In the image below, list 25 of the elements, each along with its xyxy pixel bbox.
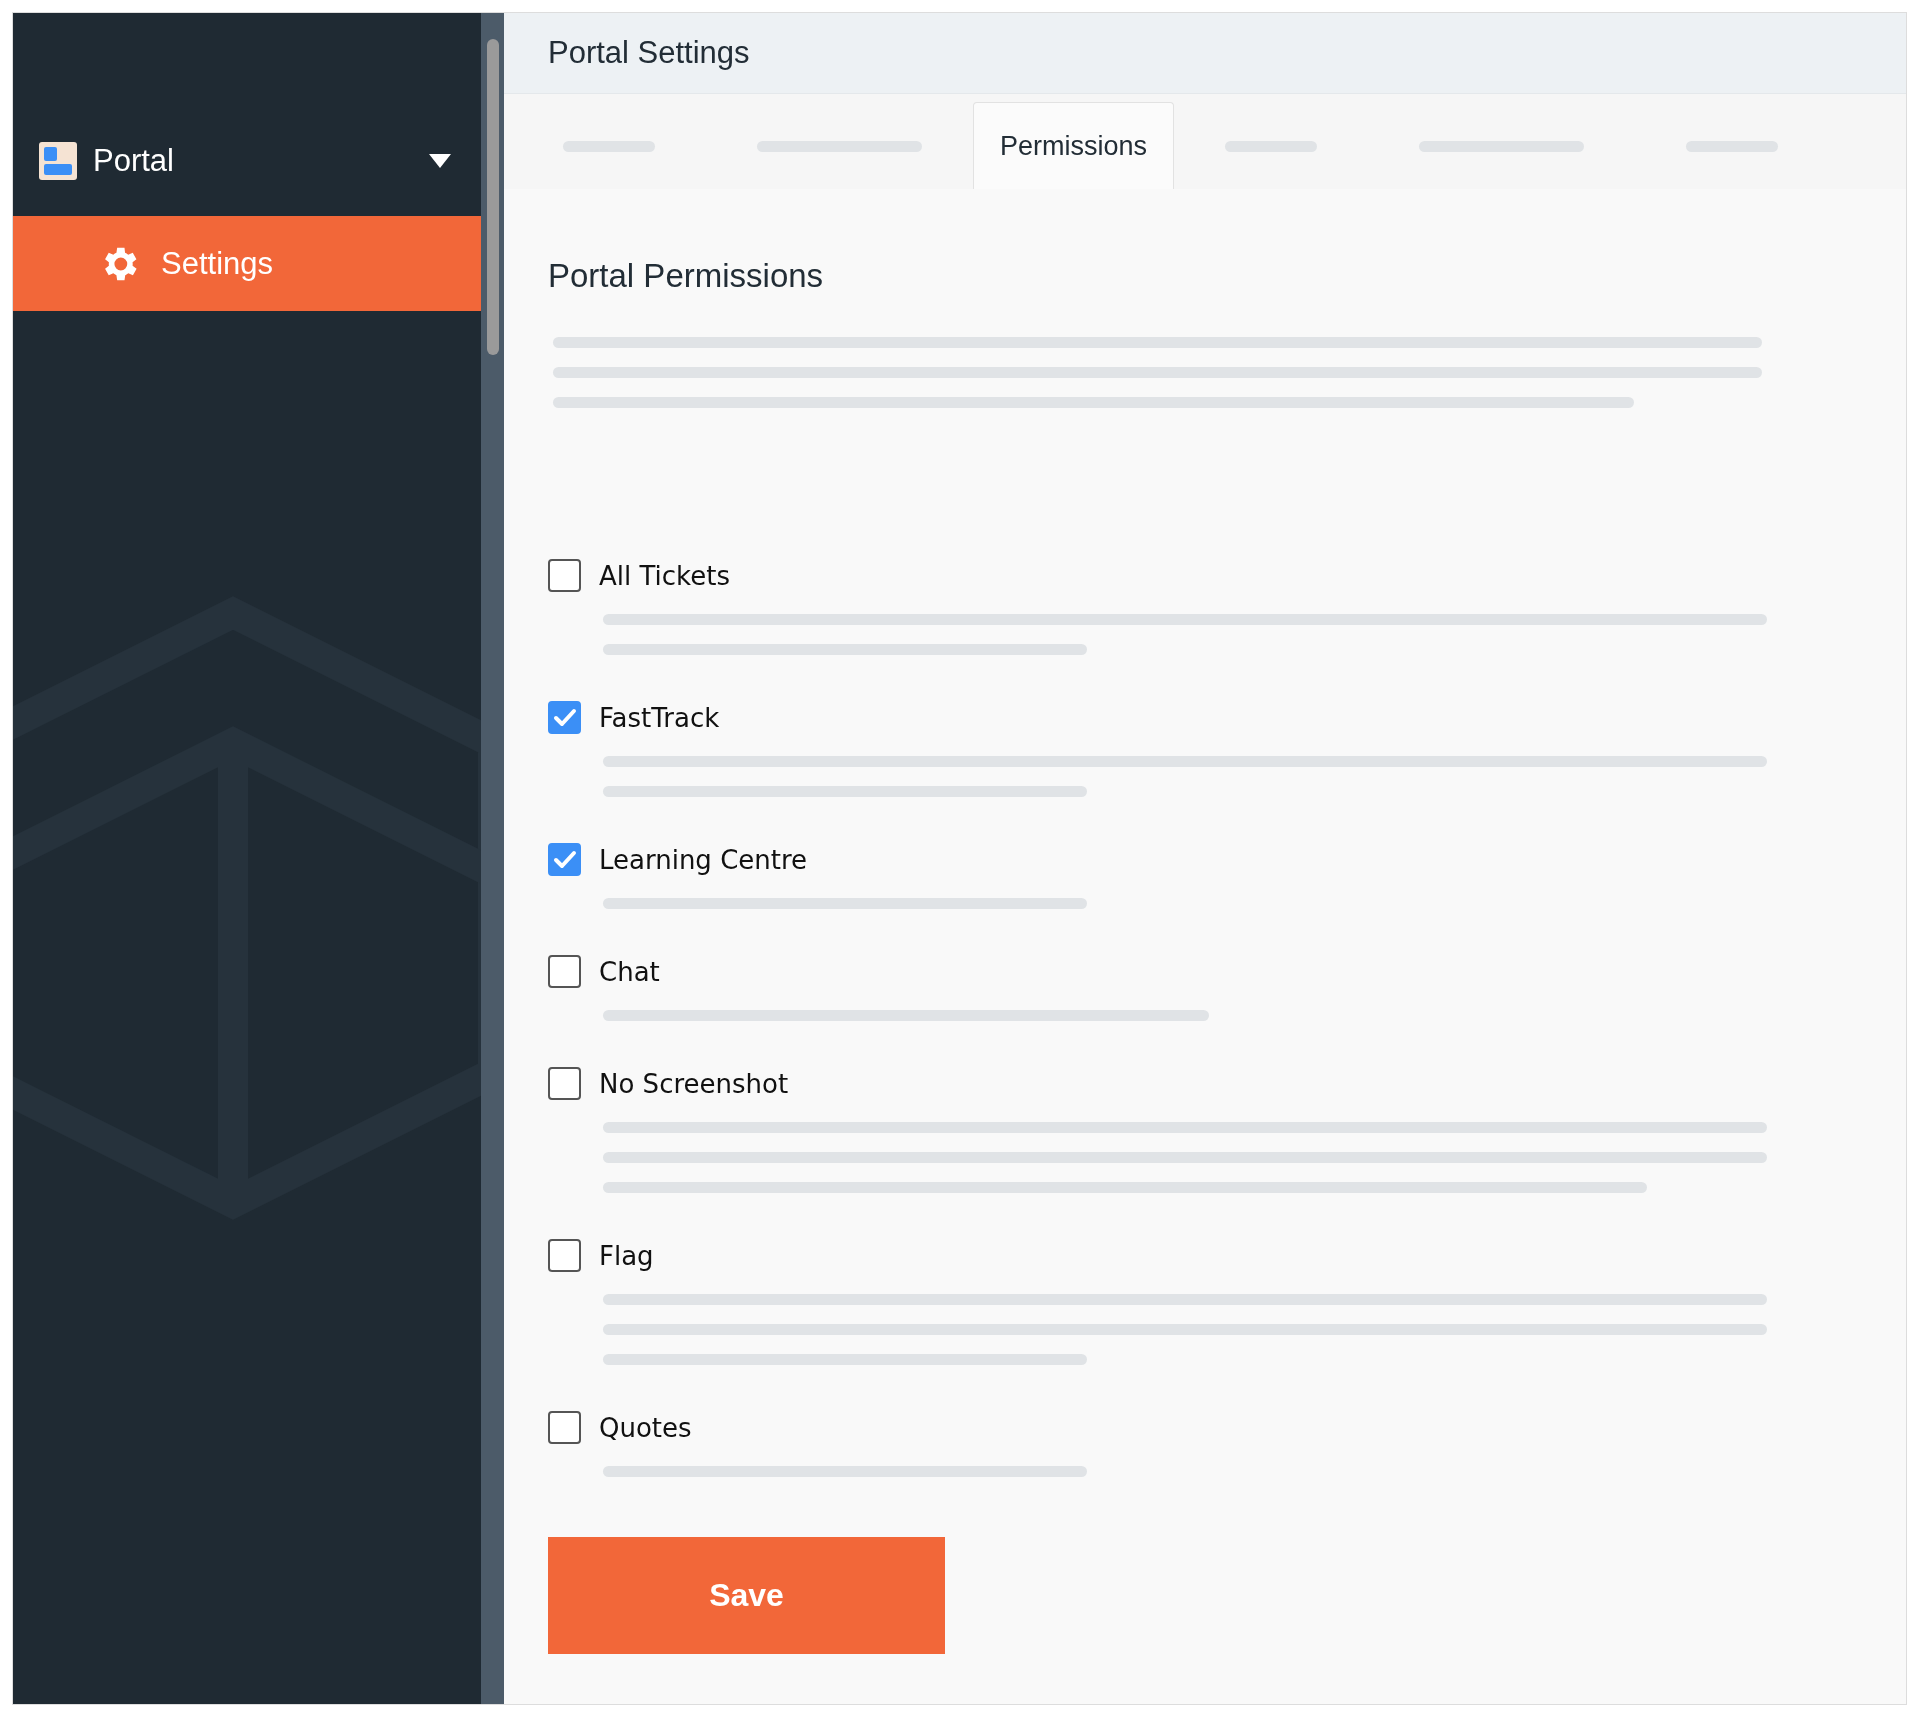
check-icon: [552, 849, 577, 870]
checkbox[interactable]: [548, 1239, 581, 1272]
page-title: Portal Settings: [504, 13, 1906, 94]
checkbox[interactable]: [548, 955, 581, 988]
checkbox[interactable]: [548, 559, 581, 592]
checkbox[interactable]: [548, 701, 581, 734]
checkbox[interactable]: [548, 1067, 581, 1100]
check-icon: [552, 707, 577, 728]
checkbox-label: No Screenshot: [599, 1068, 789, 1099]
tab[interactable]: Permissions: [973, 102, 1175, 189]
checkbox[interactable]: [548, 843, 581, 876]
checkbox-label: Chat: [599, 956, 660, 987]
sidebar-item[interactable]: Settings: [13, 216, 481, 311]
checkbox-label: Flag: [599, 1240, 654, 1271]
checkbox-label: Quotes: [599, 1412, 692, 1443]
app-name: Portal: [93, 143, 175, 179]
checkbox-label: FastTrack: [599, 702, 720, 733]
save-button[interactable]: Save: [548, 1537, 945, 1654]
checkbox-label: Learning Centre: [599, 844, 808, 875]
scrollbar-thumb[interactable]: [486, 39, 499, 355]
checkbox-label: All Tickets: [599, 560, 730, 591]
section-title: Portal Permissions: [548, 257, 825, 295]
app-icon: [39, 142, 77, 180]
checkbox[interactable]: [548, 1411, 581, 1444]
caret-icon[interactable]: [429, 154, 451, 168]
